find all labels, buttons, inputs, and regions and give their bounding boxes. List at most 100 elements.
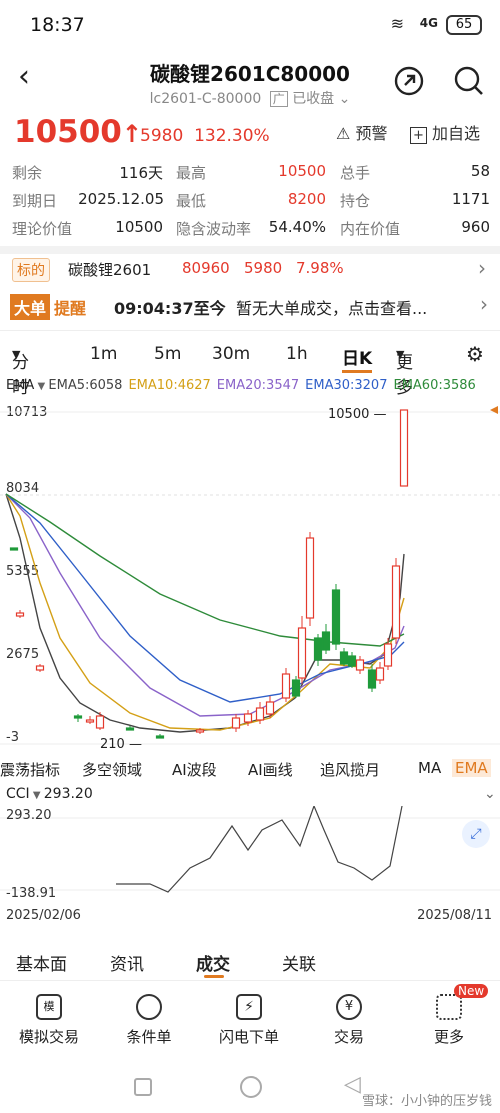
big-order-alert[interactable]: 大单 提醒 09:04:37至今 暂无大单成交，点击查看... › [10,290,490,324]
more-button[interactable]: 更多 [404,994,494,1047]
alert-button[interactable]: ⚠ 预警 [336,120,387,144]
stat-label: 总手 [340,164,371,182]
recent-apps-button[interactable] [134,1078,152,1096]
share-icon[interactable] [392,64,426,98]
stat-value: 960 [461,218,490,236]
tab-1h[interactable]: 1h [286,344,308,364]
ema-line-2 [5,493,405,731]
status-time: 18:37 [30,14,85,36]
candle-body [255,707,265,721]
tool-ma[interactable]: MA [418,759,441,777]
underlying-price: 80960 [182,259,230,277]
new-badge: New [454,984,489,998]
stat-value: 10500 [115,218,163,236]
underlying-change-pct: 7.98% [296,259,344,277]
stat-value: 10500 [278,162,326,180]
cci-top-label: 293.20 [6,808,52,823]
system-nav-bar: ◁ 雪球：小小钟的压岁钱 [0,1064,500,1113]
action-label: 闪电下单 [218,1028,279,1046]
indicator-tools: 震荡指标 多空领域 AI波段 AI画线 追风揽月 MA EMA [0,756,500,782]
watermark: 雪球：小小钟的压岁钱 [361,1094,492,1109]
simulate-trade-button[interactable]: 模 模拟交易 [4,994,94,1047]
last-price-marker [490,406,498,414]
candle-body [367,669,377,689]
candle-body [321,631,331,651]
add-watchlist-button[interactable]: + 加自选 [410,120,480,144]
candle-body [347,655,357,667]
stat-value: 1171 [451,190,490,208]
candle-body [291,679,301,697]
cci-bottom-label: -138.91 [6,886,57,901]
ema-line-3 [5,493,405,717]
section-divider [0,980,500,981]
cci-chart [0,806,500,893]
stat-label: 到期日 [12,192,58,210]
stat-label: 内在价值 [340,220,401,238]
stat-label: 剩余 [12,164,43,182]
ema-indicator-name: EMA [6,378,35,393]
lightning-order-icon: ⚡ [236,994,262,1020]
candle-body [73,715,83,719]
action-label: 条件单 [126,1028,172,1046]
stats-row: 理论价值 10500 隐含波动率 54.40% 内在价值 960 [12,216,490,244]
tab-news[interactable]: 资讯 [110,950,144,975]
underlying-row[interactable]: 标的 碳酸锂2601 80960 5980 7.98% › [12,256,490,284]
candle-body [281,673,291,699]
tool-chase-wind[interactable]: 追风揽月 [320,759,380,780]
tab-trades[interactable]: 成交 [196,950,230,975]
search-icon[interactable] [452,64,486,98]
candle-body [231,717,241,729]
cci-line [116,806,403,893]
start-date: 2025/02/06 [6,908,81,923]
lightning-order-button[interactable]: ⚡ 闪电下单 [204,994,294,1047]
candle-body [195,729,205,733]
tool-ai-draw[interactable]: AI画线 [248,759,293,780]
ema-legend-item: EMA30:3207 [305,378,388,393]
stat-value: 116天 [119,164,163,182]
gear-icon[interactable]: ⚙ [466,342,484,366]
underlying-change: 5980 [244,259,283,277]
expand-icon[interactable]: ⤢ [462,820,490,848]
trade-yen-icon: ¥ [336,994,362,1020]
tab-related[interactable]: 关联 [282,950,316,975]
candle-body [155,735,165,739]
home-button[interactable] [240,1076,262,1098]
stat-value: 54.40% [268,218,326,236]
tool-ai-band[interactable]: AI波段 [172,759,217,780]
cci-name: CCI [6,786,30,802]
market-status: 已收盘 [292,91,335,107]
condition-order-button[interactable]: 条件单 [104,994,194,1047]
back-nav-button[interactable]: ◁ [344,1072,361,1097]
tab-1m[interactable]: 1m [90,344,117,364]
price-axis-label: 2675 [6,647,39,662]
chevron-right-icon: › [478,256,486,280]
candle-body [383,643,393,667]
stat-label: 理论价值 [12,220,73,238]
candle-body [125,727,135,731]
candle-body [305,537,315,619]
tool-ema[interactable]: EMA [452,759,491,777]
ema-legend[interactable]: EMA ▼ EMA5:6058 EMA10:4627 EMA20:3547 EMA30… [6,378,500,393]
trade-button[interactable]: ¥ 交易 [304,994,394,1047]
stat-label: 隐含波动率 [176,220,252,238]
tab-fundamentals[interactable]: 基本面 [16,950,67,975]
chevron-down-icon[interactable]: ⌄ [484,786,496,802]
tab-5m[interactable]: 5m [154,344,181,364]
tab-daily-k[interactable]: 日K [342,344,372,369]
candle-body [35,665,45,671]
tab-30m[interactable]: 30m [212,344,250,364]
chevron-down-icon: ⌄ [338,91,351,107]
stat-label: 最低 [176,192,207,210]
high-annotation: 10500 — [328,407,387,422]
tool-bull-bear[interactable]: 多空领域 [82,759,142,780]
contract-code: lc2601-C-80000 [149,91,262,107]
candlestick-chart[interactable]: 10713803453552675-310500 —210 — [0,398,500,754]
stat-value: 58 [470,162,490,180]
stat-label: 持仓 [340,192,371,210]
period-tabs: 分时 ▼ 1m 5m 30m 1h 日K 更多 ▼ ⚙ [12,342,484,398]
detail-tabs: 基本面 资讯 成交 关联 [0,946,500,976]
cci-legend[interactable]: CCI ▼ 293.20 [6,786,93,802]
big-order-time: 09:04:37至今 [114,299,226,318]
tool-oscillator[interactable]: 震荡指标 [0,759,60,780]
price-axis-label: 5355 [6,564,39,579]
